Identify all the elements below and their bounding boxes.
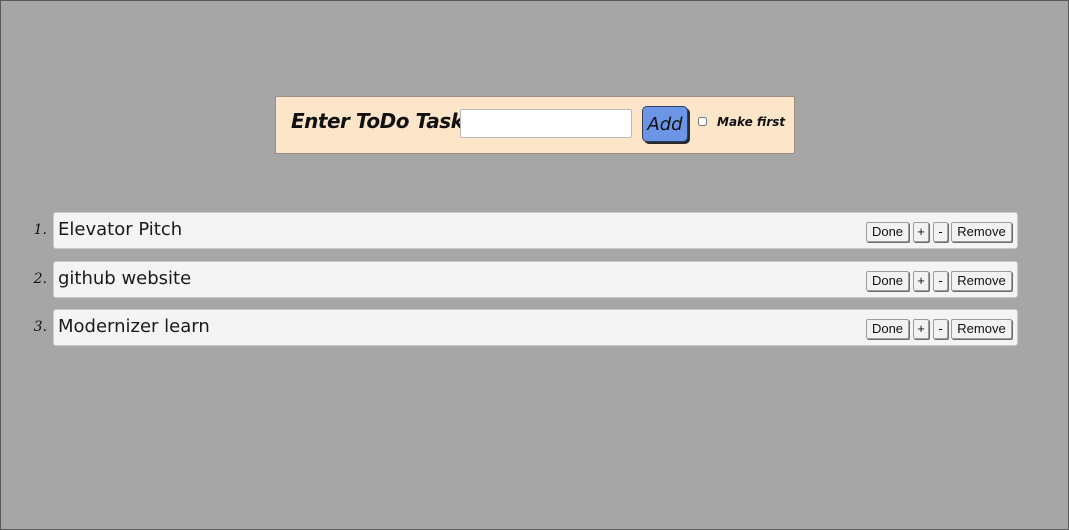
make-first-checkbox[interactable] xyxy=(698,117,707,126)
task-item: Modernizer learn Done + - Remove xyxy=(53,309,1018,346)
task-number: 3. xyxy=(33,319,47,335)
move-up-button[interactable]: + xyxy=(913,222,929,242)
make-first-label: Make first xyxy=(717,115,786,129)
done-button[interactable]: Done xyxy=(866,271,909,291)
task-text: Modernizer learn xyxy=(58,316,210,337)
move-up-button[interactable]: + xyxy=(913,271,929,291)
add-button[interactable]: Add xyxy=(642,106,688,142)
task-entry-panel: Enter ToDo Task Add Make first xyxy=(275,96,795,154)
task-number: 2. xyxy=(33,271,47,287)
task-item: github website Done + - Remove xyxy=(53,261,1018,298)
move-up-button[interactable]: + xyxy=(913,319,929,339)
task-text: Elevator Pitch xyxy=(58,219,183,240)
move-down-button[interactable]: - xyxy=(933,319,948,339)
task-row: 3. Modernizer learn Done + - Remove xyxy=(1,309,1069,347)
task-row: 1. Elevator Pitch Done + - Remove xyxy=(1,212,1069,250)
done-button[interactable]: Done xyxy=(866,319,909,339)
move-down-button[interactable]: - xyxy=(933,222,948,242)
task-text: github website xyxy=(58,268,192,289)
remove-button[interactable]: Remove xyxy=(951,319,1012,339)
move-down-button[interactable]: - xyxy=(933,271,948,291)
done-button[interactable]: Done xyxy=(866,222,909,242)
task-item: Elevator Pitch Done + - Remove xyxy=(53,212,1018,249)
task-number: 1. xyxy=(33,222,47,238)
task-entry-label: Enter ToDo Task xyxy=(291,109,464,133)
task-row: 2. github website Done + - Remove xyxy=(1,261,1069,299)
remove-button[interactable]: Remove xyxy=(951,271,1012,291)
task-input[interactable] xyxy=(460,109,632,138)
remove-button[interactable]: Remove xyxy=(951,222,1012,242)
